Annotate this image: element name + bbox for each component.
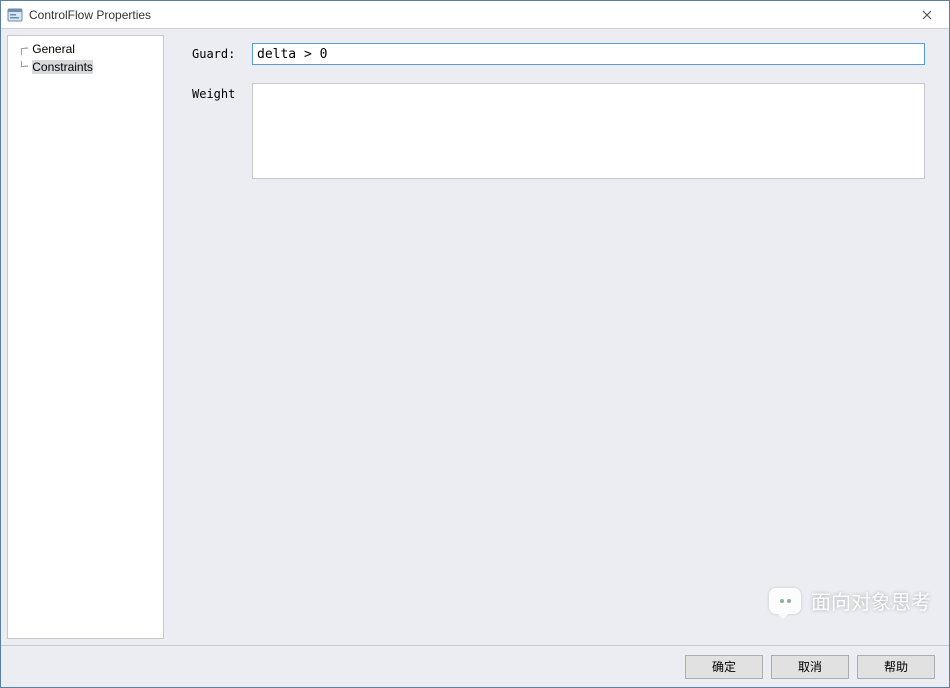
sidebar-item-label: Constraints bbox=[32, 60, 93, 74]
content-area: ┌╴ General └╴ Constraints Guard: Weight bbox=[1, 29, 949, 645]
tree-branch-icon: ┌╴ bbox=[18, 42, 31, 56]
tree-branch-icon: └╴ bbox=[18, 60, 31, 74]
sidebar-item-general[interactable]: ┌╴ General bbox=[8, 40, 163, 58]
sidebar-item-label: General bbox=[32, 42, 75, 56]
weight-textarea[interactable] bbox=[252, 83, 925, 179]
button-label: 取消 bbox=[798, 658, 822, 675]
guard-row: Guard: bbox=[192, 43, 925, 65]
weight-row: Weight bbox=[192, 83, 925, 179]
titlebar: ControlFlow Properties bbox=[1, 1, 949, 29]
button-label: 确定 bbox=[712, 658, 736, 675]
close-button[interactable] bbox=[904, 1, 949, 29]
button-bar: 确定 取消 帮助 bbox=[1, 645, 949, 687]
window-title: ControlFlow Properties bbox=[29, 8, 151, 22]
cancel-button[interactable]: 取消 bbox=[771, 655, 849, 679]
sidebar-tree: ┌╴ General └╴ Constraints bbox=[7, 35, 164, 639]
form-panel: Guard: Weight bbox=[164, 29, 949, 645]
close-icon bbox=[922, 7, 932, 23]
guard-label: Guard: bbox=[192, 43, 252, 61]
help-button[interactable]: 帮助 bbox=[857, 655, 935, 679]
guard-input[interactable] bbox=[252, 43, 925, 65]
button-label: 帮助 bbox=[884, 658, 908, 675]
sidebar-item-constraints[interactable]: └╴ Constraints bbox=[8, 58, 163, 76]
weight-label: Weight bbox=[192, 83, 252, 101]
dialog-window: ControlFlow Properties ┌╴ General └╴ Con… bbox=[0, 0, 950, 688]
ok-button[interactable]: 确定 bbox=[685, 655, 763, 679]
app-icon bbox=[7, 7, 23, 23]
